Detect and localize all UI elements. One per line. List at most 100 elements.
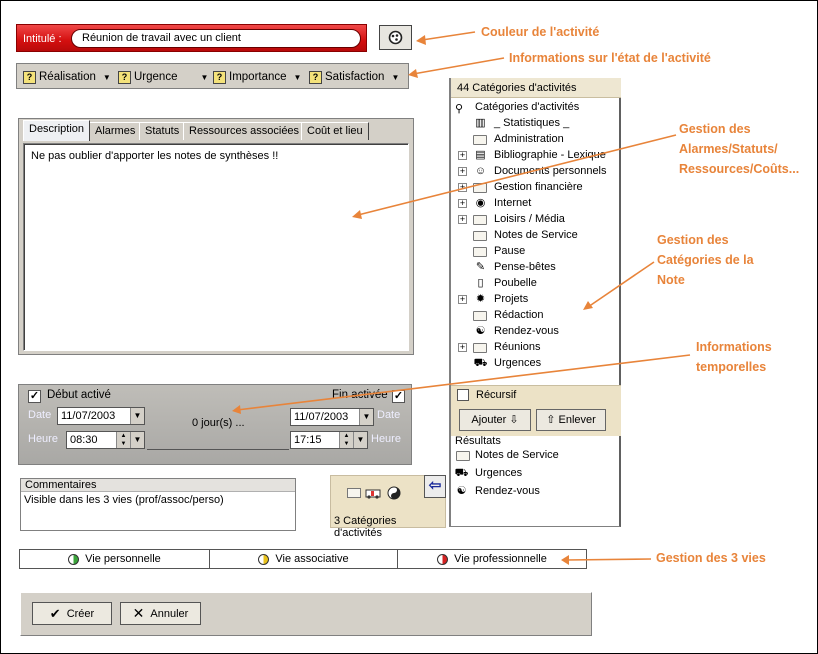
recursive-checkbox[interactable] — [457, 389, 469, 401]
chevron-down-icon: ▼ — [200, 72, 209, 82]
tab-ressources[interactable]: Ressources associées — [183, 122, 306, 140]
comments-header: Commentaires — [21, 479, 295, 492]
comments-text: Visible dans les 3 vies (prof/assoc/pers… — [24, 494, 224, 506]
cancel-button[interactable]: ✕ Annuler — [120, 602, 201, 625]
yin-yang-icon: ☯ — [456, 485, 467, 497]
tab-description[interactable]: Description — [23, 120, 91, 141]
expand-icon[interactable]: + — [458, 167, 467, 176]
start-date-value: 11/07/2003 — [61, 410, 116, 422]
expand-icon[interactable]: + — [458, 343, 467, 352]
tree-root-label: Catégories d'activités — [475, 101, 580, 113]
categories-tree: ⚲ Catégories d'activités ▥ _ Statistiques… — [451, 100, 621, 388]
end-time-label: Heure — [371, 433, 401, 445]
create-button[interactable]: ✔ Créer — [32, 602, 112, 625]
end-date-combo[interactable]: 11/07/2003 ▼ — [290, 408, 374, 426]
expand-icon[interactable]: + — [458, 295, 467, 304]
create-label: Créer — [66, 607, 95, 620]
tree-item-label: Rendez-vous — [494, 325, 559, 337]
expand-icon[interactable]: + — [458, 183, 467, 192]
expand-icon[interactable]: + — [458, 199, 467, 208]
dialog-button-bar: ✔ Créer ✕ Annuler — [20, 592, 592, 636]
tree-item-label: Rédaction — [494, 309, 544, 321]
annotation-alarmes-2: Alarmes/Statuts/ — [679, 142, 778, 156]
add-category-button[interactable]: Ajouter ⇩ — [459, 409, 531, 431]
end-date-value: 11/07/2003 — [294, 411, 349, 423]
remove-category-button[interactable]: ⇧ Enlever — [536, 409, 606, 431]
cancel-label: Annuler — [150, 607, 189, 620]
spin-icon[interactable]: ▲ ▼ — [339, 432, 353, 448]
chevron-down-icon[interactable]: ▼ — [359, 409, 373, 425]
category-buttons-band: Ajouter ⇩ ⇧ Enlever — [451, 404, 621, 436]
vie-personnelle-toggle[interactable]: Vie personnelle — [20, 550, 210, 568]
dropdown-label: Importance — [229, 71, 287, 83]
comments-box[interactable]: Commentaires Visible dans les 3 vies (pr… — [20, 478, 296, 531]
chevron-down-icon[interactable]: ▼ — [353, 432, 367, 448]
pie-icon — [68, 553, 80, 565]
description-textarea[interactable]: Ne pas oublier d'apporter les notes de s… — [23, 143, 409, 351]
recursive-band: Récursif — [451, 385, 621, 404]
ambulance-icon: ⛟ — [473, 357, 488, 369]
tree-item-label: _ Statistiques _ — [494, 117, 570, 129]
annotation-etat: Informations sur l'état de l'activité — [509, 51, 711, 65]
folder-icon — [473, 231, 487, 241]
book-icon: ▤ — [475, 149, 486, 161]
chevron-down-icon: ▼ — [102, 72, 111, 82]
pie-icon — [437, 553, 449, 565]
start-time-combo[interactable]: 08:30 ▲ ▼ ▼ — [66, 431, 145, 449]
chevron-down-icon: ▼ — [293, 72, 302, 82]
yin-yang-icon — [387, 486, 401, 500]
assign-category-button[interactable]: ⇦ — [424, 475, 446, 498]
ambulance-icon: ⛟ — [454, 467, 469, 479]
annotation-alarmes-1: Gestion des — [679, 122, 751, 136]
result-item-label: Notes de Service — [475, 449, 559, 461]
dropdown-label: Satisfaction — [325, 71, 385, 83]
expand-icon[interactable]: + — [458, 151, 467, 160]
start-enabled-label: Début activé — [47, 389, 111, 401]
title-input[interactable]: Réunion de travail avec un client — [71, 29, 361, 48]
end-enabled-checkbox[interactable]: ✓ — [392, 390, 405, 403]
activity-color-button[interactable] — [379, 25, 412, 50]
duration-text: 0 jour(s) ... — [192, 417, 245, 429]
question-icon: ? — [118, 70, 131, 84]
tree-item-label: Notes de Service — [494, 229, 578, 241]
spin-icon[interactable]: ▲ ▼ — [116, 432, 130, 448]
arrow-left-icon: ⇦ — [428, 477, 442, 494]
tree-item-label: Documents personnels — [494, 165, 607, 177]
end-time-combo[interactable]: 17:15 ▲ ▼ ▼ — [290, 431, 368, 449]
person-icon: ☺ — [474, 165, 487, 177]
start-date-combo[interactable]: 11/07/2003 ▼ — [57, 407, 145, 425]
vie-associative-toggle[interactable]: Vie associative — [210, 550, 398, 568]
realisation-dropdown[interactable]: ? Réalisation ▼ — [23, 69, 111, 85]
chevron-down-icon[interactable]: ▼ — [130, 432, 144, 448]
tab-alarmes[interactable]: Alarmes — [89, 122, 142, 140]
tree-item-label: Gestion financière — [494, 181, 583, 193]
annotation-categories-1: Gestion des — [657, 233, 729, 247]
importance-dropdown[interactable]: ? Importance ▼ — [213, 69, 301, 85]
tree-item-label: Pense-bêtes — [494, 261, 556, 273]
question-icon: ? — [213, 70, 226, 84]
tree-item-label: Poubelle — [494, 277, 537, 289]
date-panel: ✓ Début activé Fin activée ✓ Date 11/07/… — [18, 384, 412, 465]
tree-item-label: Bibliographie - Lexique — [494, 149, 606, 161]
chevron-down-icon[interactable]: ▼ — [130, 408, 144, 424]
tab-statuts[interactable]: Statuts — [139, 122, 186, 140]
chevron-down-icon: ▼ — [391, 72, 400, 82]
question-icon: ? — [23, 70, 36, 84]
tree-item-label: Urgences — [494, 357, 542, 369]
arrow-down-icon: ⇩ — [509, 414, 519, 426]
expand-icon[interactable]: + — [458, 215, 467, 224]
vie-professionnelle-toggle[interactable]: Vie professionnelle — [398, 550, 586, 568]
satisfaction-dropdown[interactable]: ? Satisfaction ▼ — [309, 69, 399, 85]
tab-cout-lieu[interactable]: Coût et lieu — [301, 122, 369, 140]
urgence-dropdown[interactable]: ? Urgence ▼ — [118, 69, 208, 85]
description-text: Ne pas oublier d'apporter les notes de s… — [31, 150, 279, 162]
category-summary-icons — [347, 486, 401, 500]
status-toolbar: ? Réalisation ▼ ? Urgence ▼ ? Importance… — [16, 63, 409, 89]
annotation-categories-2: Catégories de la — [657, 253, 754, 267]
vie-label: Vie professionnelle — [454, 553, 547, 565]
start-enabled-checkbox[interactable]: ✓ — [28, 390, 41, 403]
annotation-vies: Gestion des 3 vies — [656, 551, 766, 565]
end-time-value: 17:15 — [294, 434, 322, 446]
end-date-label: Date — [377, 409, 401, 421]
tree-item-label: Pause — [494, 245, 526, 257]
